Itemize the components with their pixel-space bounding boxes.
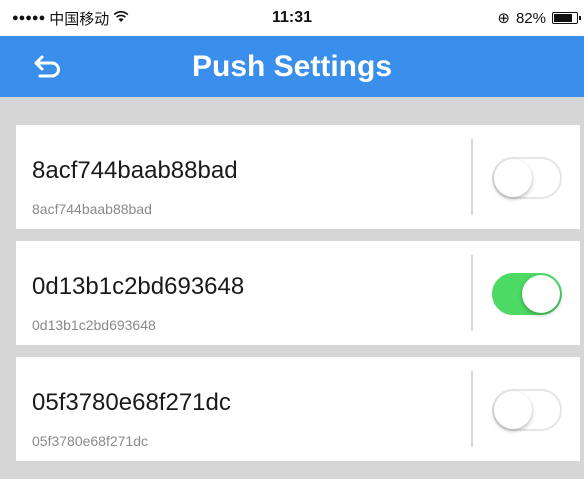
carrier-label: 中国移动: [49, 10, 110, 28]
device-subtitle: 0d13b1c2bd693648: [32, 317, 156, 333]
battery-fill: [554, 14, 572, 22]
list-item: 8acf744baab88bad 8acf744baab88bad: [16, 125, 580, 229]
status-right: ⊕ 82%: [497, 9, 581, 27]
list-item: 05f3780e68f271dc 05f3780e68f271dc: [16, 357, 580, 461]
divider: [471, 371, 473, 447]
device-title: 05f3780e68f271dc: [32, 389, 231, 416]
wifi-icon: [113, 10, 129, 27]
device-title: 0d13b1c2bd693648: [32, 273, 245, 300]
orientation-lock-icon: ⊕: [497, 10, 510, 27]
push-toggle[interactable]: [492, 273, 562, 315]
back-button[interactable]: [28, 50, 68, 84]
device-title: 8acf744baab88bad: [32, 157, 238, 184]
divider: [471, 139, 473, 215]
toggle-knob: [494, 391, 532, 429]
push-toggle[interactable]: [492, 157, 562, 199]
navigation-bar: Push Settings: [0, 36, 584, 97]
page-title: Push Settings: [191, 49, 393, 83]
toggle-knob: [522, 275, 560, 313]
signal-strength-icon: ●●●●●: [12, 12, 46, 24]
toggle-knob: [494, 159, 532, 197]
device-subtitle: 8acf744baab88bad: [32, 201, 152, 217]
device-subtitle: 05f3780e68f271dc: [32, 433, 148, 449]
list-item: 0d13b1c2bd693648 0d13b1c2bd693648: [16, 241, 580, 345]
push-toggle[interactable]: [492, 389, 562, 431]
battery-icon: [552, 12, 581, 24]
push-device-list: 8acf744baab88bad 8acf744baab88bad 0d13b1…: [0, 97, 584, 461]
status-left: ●●●●● 中国移动: [12, 8, 129, 29]
status-bar: ●●●●● 中国移动 11:31 ⊕ 82%: [0, 0, 584, 36]
battery-percentage: 82%: [515, 9, 546, 27]
divider: [471, 255, 473, 331]
back-arrow-icon: [34, 55, 60, 78]
